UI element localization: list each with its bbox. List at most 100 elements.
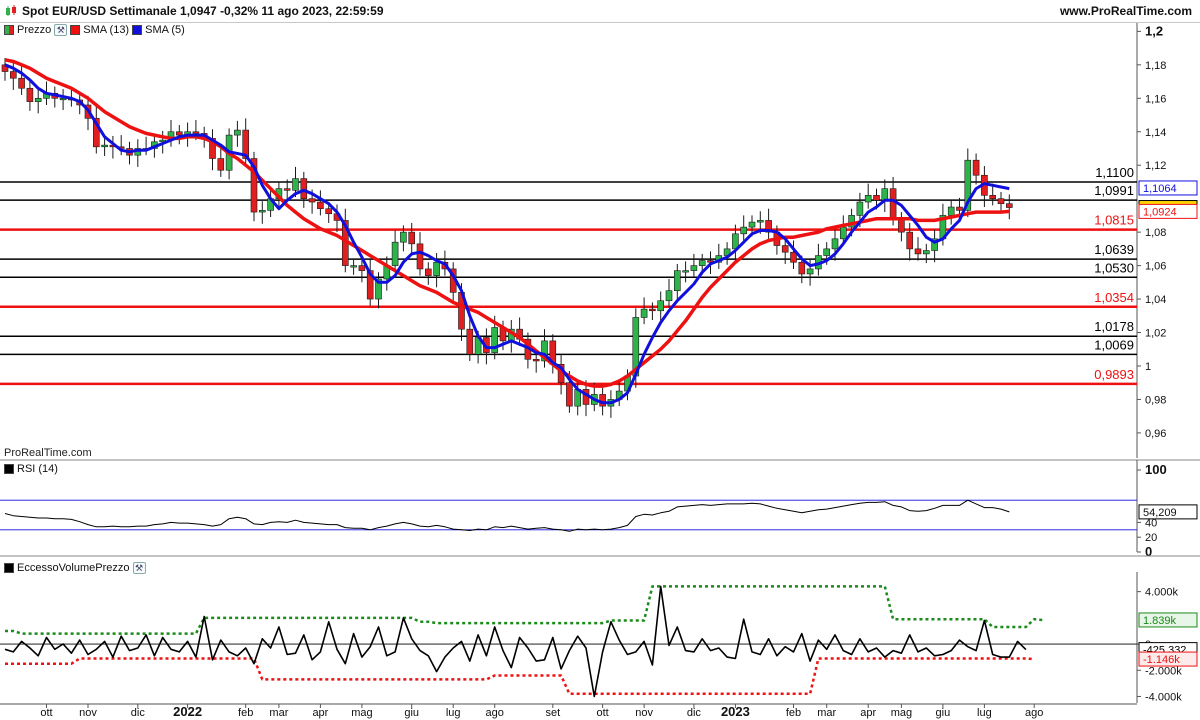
level-label: 1,0354 [1094, 290, 1134, 305]
candle-up [947, 206, 955, 216]
chart-header: Spot EUR/USD Settimanale 1,0947 -0,32% 1… [0, 0, 1200, 23]
candle-up [748, 221, 756, 228]
level-label: 1,0815 [1094, 213, 1134, 228]
rsi-legend: RSI (14) [4, 463, 58, 475]
candle-down [599, 394, 606, 407]
candle-down [333, 213, 341, 221]
candle-up [665, 290, 673, 302]
candle-down [914, 248, 922, 255]
level-label: 1,0069 [1094, 337, 1134, 352]
x-tick-label: apr [860, 707, 876, 719]
candle-up [682, 270, 689, 273]
x-tick-label: mar [817, 707, 836, 719]
candle-down [798, 261, 806, 275]
price-badge [1138, 180, 1198, 196]
site-url[interactable]: www.ProRealTime.com [1060, 4, 1192, 18]
price-swatch [4, 25, 14, 35]
candle-up [881, 188, 889, 201]
candle-down [200, 133, 208, 139]
candle-up [151, 141, 158, 149]
x-tick-label: nov [79, 707, 97, 719]
rsi-line [4, 499, 1010, 532]
x-tick-label: ott [40, 707, 52, 719]
price-y-tick-label: 1,16 [1145, 93, 1166, 105]
candle-up [640, 308, 648, 318]
candle-up [615, 390, 623, 400]
price-y-tick-label: 1 [1145, 361, 1151, 373]
wrench-icon[interactable]: ⚒ [132, 562, 146, 574]
candle-up [258, 210, 266, 213]
price-legend-label: Prezzo [17, 24, 52, 36]
candle-down [1005, 203, 1013, 208]
evp-legend-label: EccessoVolumePrezzo [17, 562, 130, 574]
candle-up [756, 220, 764, 223]
candle-down [325, 208, 333, 215]
candle-up [732, 233, 739, 250]
candle-up [624, 375, 631, 392]
sma5-legend-label: SMA (5) [145, 24, 185, 36]
candle-down [765, 220, 772, 233]
rsi-y-tick-label: 0 [1145, 544, 1152, 559]
candle-up [375, 278, 382, 300]
candle-up [292, 178, 299, 191]
candle-down [126, 148, 133, 156]
candle-up [507, 328, 515, 342]
candle-up [134, 148, 142, 156]
candle-down [790, 251, 797, 263]
candle-down [176, 131, 183, 136]
candle-up [590, 394, 598, 405]
candle-down [217, 158, 225, 171]
candle-down [283, 188, 291, 191]
candle-up [673, 270, 681, 291]
evp-badge [1138, 612, 1198, 628]
candle-down [250, 158, 258, 213]
watermark: ProRealTime.com [4, 447, 92, 459]
candle-up [964, 159, 972, 211]
price-y-tick-label: 1,12 [1145, 160, 1166, 172]
wrench-icon[interactable]: ⚒ [54, 24, 68, 36]
candle-down [26, 87, 34, 102]
candle-down [898, 218, 905, 233]
candle-up [400, 231, 407, 243]
candle-up [632, 317, 640, 377]
candle-down [10, 71, 17, 79]
candle-up [391, 241, 399, 266]
x-tick-label: mag [351, 707, 372, 719]
level-label: 1,0178 [1094, 319, 1134, 334]
candle-down [989, 195, 997, 199]
x-tick-label: dic [131, 707, 146, 719]
x-tick-label: mar [269, 707, 288, 719]
candle-up [433, 261, 440, 276]
price-badge-label: 1,1064 [1143, 183, 1177, 195]
candle-down [972, 159, 980, 176]
sma5-swatch [132, 25, 143, 35]
candle-down [317, 201, 324, 210]
candle-up [225, 134, 233, 171]
candle-down [366, 270, 374, 300]
evp-upper-band [5, 585, 1043, 635]
candle-down [424, 268, 432, 276]
candle-down [300, 178, 308, 199]
sma13-legend-label: SMA (13) [83, 24, 130, 36]
rsi-y-tick-label: 40 [1145, 517, 1157, 529]
x-tick-label: set [545, 707, 560, 719]
sma5-line [4, 63, 1010, 405]
evp-y-tick-label: 4.000k [1145, 587, 1179, 599]
candle-up [34, 97, 42, 102]
price-y-tick-label: 0,96 [1145, 428, 1166, 440]
chart-title: Spot EUR/USD Settimanale 1,0947 -0,32% 1… [22, 4, 384, 18]
candle-up [43, 92, 50, 99]
evp-badge-label: -1.146k [1143, 654, 1180, 666]
chart-canvas[interactable]: 1,2 1,18 1,16 1,14 1,12 1,08 1,06 1,04 1,02 1 0,98… [0, 0, 1200, 720]
candle-down [192, 131, 200, 134]
price-y-tick-label: 1,02 [1145, 328, 1166, 340]
candle-down [499, 327, 507, 342]
rsi-y-tick-label: 100 [1145, 462, 1167, 477]
rsi-legend-label: RSI (14) [17, 463, 58, 475]
candle-down [308, 198, 316, 203]
candle-down [1, 64, 9, 72]
price-y-tick-label: 1,14 [1145, 127, 1166, 139]
level-label: 0,9893 [1094, 367, 1134, 382]
x-tick-label: apr [312, 707, 328, 719]
x-tick-label: giu [936, 707, 951, 719]
